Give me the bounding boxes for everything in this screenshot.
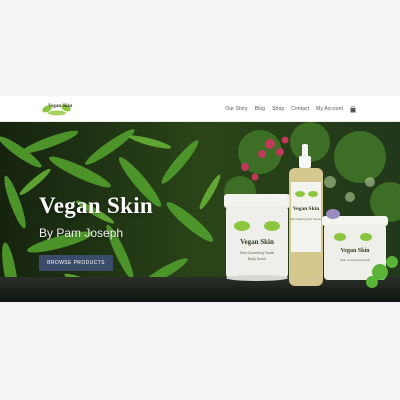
brand-logo-text: Vegan Skin bbox=[48, 104, 73, 109]
hero-title: Vegan Skin bbox=[39, 193, 154, 218]
jar-brand-text: Vegan Skin bbox=[240, 238, 274, 246]
hero-banner: Vegan Skin Skin Correcting Facial Body S… bbox=[0, 122, 400, 302]
top-whitespace bbox=[0, 0, 400, 96]
jar-line2-text: Body Scrub bbox=[248, 257, 266, 261]
hero-subtitle: By Pam Joseph bbox=[39, 226, 124, 240]
browse-products-button[interactable]: BROWSE PRODUCTS bbox=[39, 255, 113, 271]
nav-shop[interactable]: Shop bbox=[272, 106, 284, 112]
nav-blog[interactable]: Blog bbox=[255, 106, 265, 112]
site-header: Vegan Skin Our Story Blog Shop Contact M… bbox=[0, 96, 400, 122]
nav-contact[interactable]: Contact bbox=[291, 106, 309, 112]
bottle-brand-text: Vegan Skin bbox=[293, 206, 320, 212]
bottom-whitespace bbox=[0, 302, 400, 400]
nav-my-account[interactable]: My Account bbox=[316, 106, 343, 112]
jar-line1-text: Skin Correcting Facial bbox=[240, 251, 274, 255]
nav-our-story[interactable]: Our Story bbox=[225, 106, 247, 112]
small-jar-line1-text: Skin Correcting Facial bbox=[340, 258, 370, 262]
bottle-line1-text: Skin Healing Face Serum bbox=[290, 217, 322, 221]
shopping-bag-icon[interactable] bbox=[350, 105, 356, 113]
product-large-jar: Vegan Skin Skin Correcting Facial Body S… bbox=[224, 194, 290, 281]
main-nav: Our Story Blog Shop Contact My Account bbox=[225, 96, 356, 122]
brand-logo[interactable]: Vegan Skin bbox=[42, 100, 72, 117]
small-jar-brand-text: Vegan Skin bbox=[341, 248, 371, 254]
